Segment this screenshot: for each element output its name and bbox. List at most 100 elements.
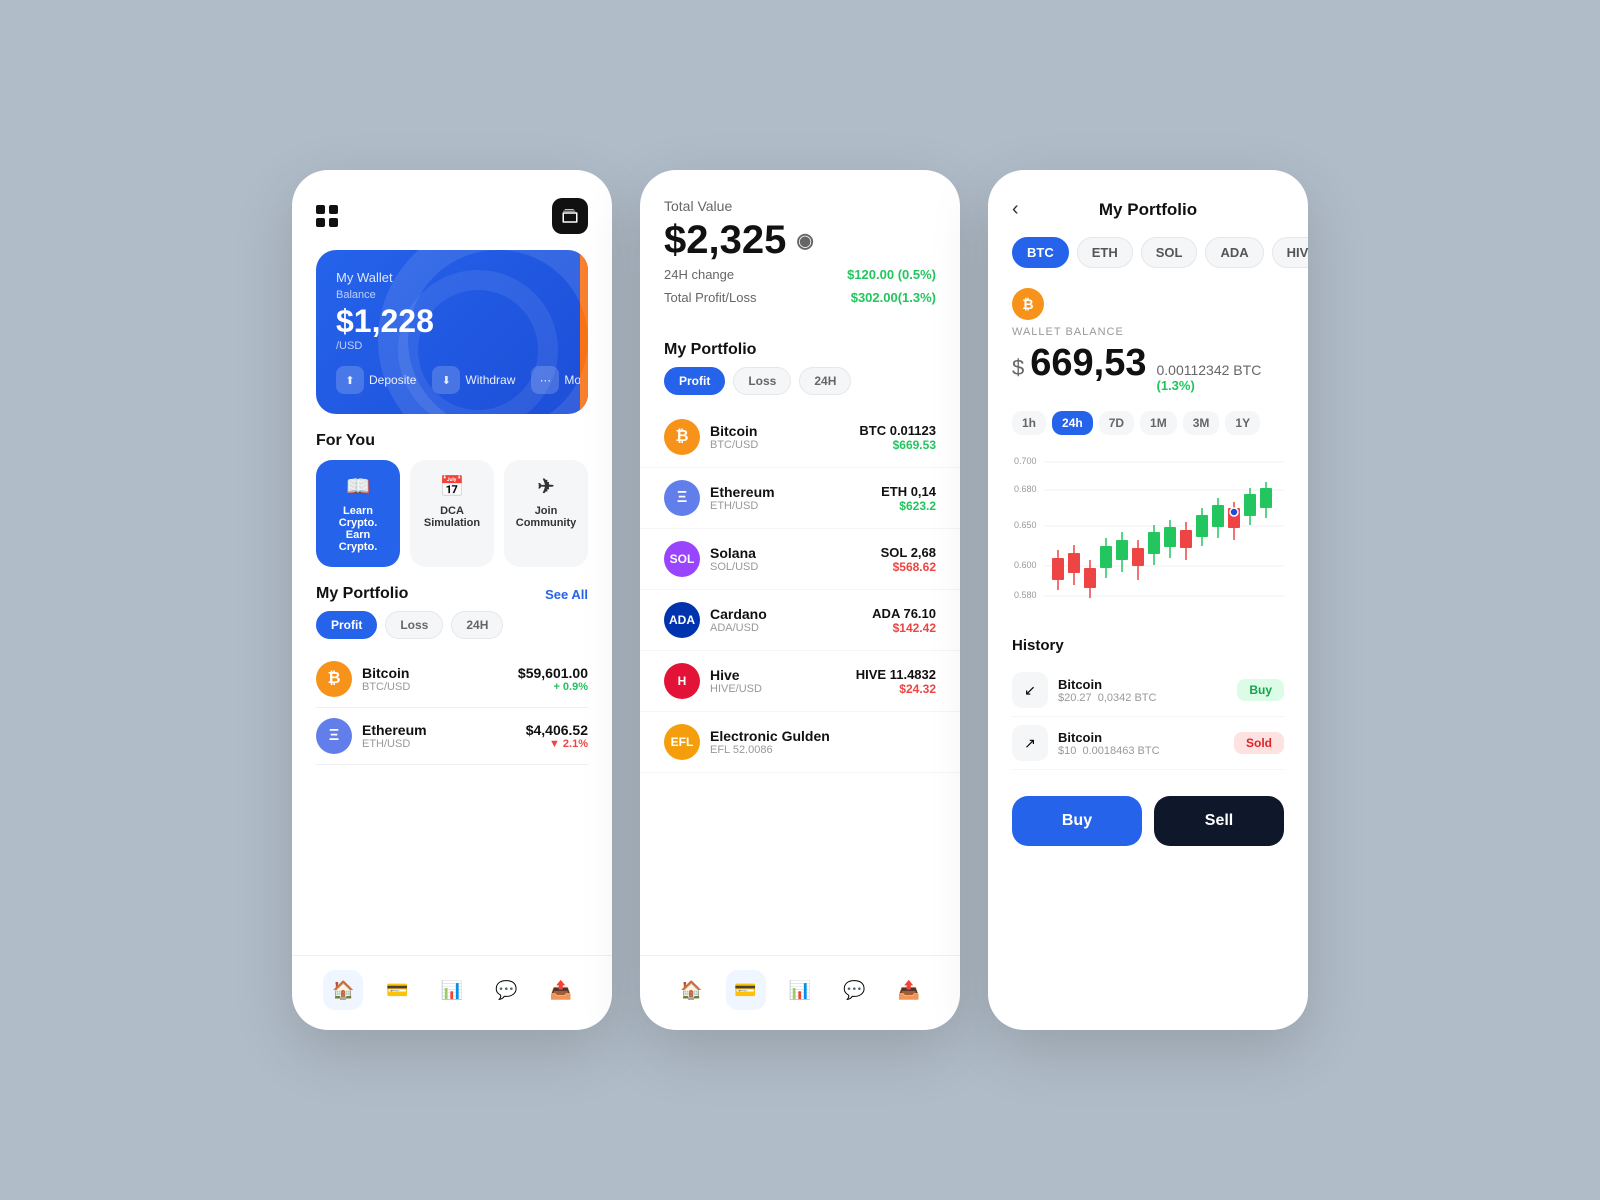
time-1m[interactable]: 1M: [1140, 411, 1177, 435]
sell-button[interactable]: Sell: [1154, 796, 1284, 846]
wallet-title: My Wallet: [336, 270, 568, 285]
join-community-card[interactable]: ✈ Join Community: [504, 460, 588, 567]
filter-loss-s2[interactable]: Loss: [733, 367, 791, 395]
grid-icon[interactable]: [316, 205, 338, 227]
btc-quantity: 0.00112342 BTC: [1156, 362, 1261, 378]
total-value-amount: $2,325 ◉: [664, 218, 936, 263]
tab-ada[interactable]: ADA: [1205, 237, 1263, 268]
time-1y[interactable]: 1Y: [1225, 411, 1260, 435]
filter-24h[interactable]: 24H: [451, 611, 503, 639]
withdraw-icon: ⬇: [432, 366, 460, 394]
history-item-sold[interactable]: ↗ Bitcoin $10 0.0018463 BTC Sold: [1012, 717, 1284, 770]
screen-2: Total Value $2,325 ◉ 24H change $120.00 …: [640, 170, 960, 1030]
filter-profit[interactable]: Profit: [316, 611, 377, 639]
dollar-sign: $: [1012, 355, 1024, 381]
nav-home-s2[interactable]: 🏠: [671, 970, 711, 1010]
history-section: History ↙ Bitcoin $20.27 0,0342 BTC Buy …: [988, 625, 1308, 782]
crypto-pair: ETH/USD: [362, 738, 427, 750]
learn-crypto-card[interactable]: 📖 Learn Crypto. Earn Crypto.: [316, 460, 400, 567]
portfolio-title-s2: My Portfolio: [640, 325, 960, 367]
filter-loss[interactable]: Loss: [385, 611, 443, 639]
time-filter-tabs: 1h 24h 7D 1M 3M 1Y: [988, 401, 1308, 445]
wallet-balance-section: ₿ WALLET BALANCE $ 669,53 0.00112342 BTC…: [988, 280, 1308, 401]
nav-wallet-s2[interactable]: 💳: [726, 970, 766, 1010]
filter-24h-s2[interactable]: 24H: [799, 367, 851, 395]
table-row[interactable]: H HiveHIVE/USD HIVE 11.4832 $24.32: [640, 651, 960, 712]
nav-share-s2[interactable]: 📤: [889, 970, 929, 1010]
tab-hive[interactable]: HIVE: [1272, 237, 1308, 268]
table-row[interactable]: EFL Electronic GuldenEFL 52.0086: [640, 712, 960, 773]
more-button[interactable]: ⋯ More: [531, 366, 588, 394]
buy-arrow-icon: ↙: [1012, 672, 1048, 708]
crypto-pair: BTC/USD: [362, 681, 410, 693]
eye-icon[interactable]: ◉: [796, 228, 813, 253]
btc-logo: ₿: [664, 419, 700, 455]
table-row[interactable]: ADA CardanoADA/USD ADA 76.10 $142.42: [640, 590, 960, 651]
time-24h[interactable]: 24h: [1052, 411, 1093, 435]
table-row[interactable]: ₿ Bitcoin BTC/USD $59,601.00 + 0.9%: [316, 651, 588, 708]
eth-logo: Ξ: [316, 718, 352, 754]
back-button[interactable]: ‹: [1012, 198, 1042, 221]
change-row: 24H change $120.00 (0.5%): [664, 263, 936, 286]
tab-eth[interactable]: ETH: [1077, 237, 1133, 268]
crypto-list-s1: ₿ Bitcoin BTC/USD $59,601.00 + 0.9% Ξ Et…: [292, 651, 612, 955]
nav-messages-s2[interactable]: 💬: [834, 970, 874, 1010]
profit-row: Total Profit/Loss $302.00(1.3%): [664, 286, 936, 309]
eth-logo: Ξ: [664, 480, 700, 516]
history-title: History: [1012, 637, 1284, 654]
crypto-name: Bitcoin: [362, 665, 410, 681]
tab-btc[interactable]: BTC: [1012, 237, 1069, 268]
ada-logo: ADA: [664, 602, 700, 638]
svg-text:0.680: 0.680: [1014, 484, 1037, 494]
filter-profit-s2[interactable]: Profit: [664, 367, 725, 395]
price-chart: 0.700 0.680 0.650 0.600 0.580: [988, 445, 1308, 625]
balance-label: Balance: [336, 289, 568, 301]
nav-chart-s2[interactable]: 📊: [780, 970, 820, 1010]
nav-home[interactable]: 🏠: [323, 970, 363, 1010]
table-row[interactable]: Ξ Ethereum ETH/USD $4,406.52 ▼ 2.1%: [316, 708, 588, 765]
for-you-cards: 📖 Learn Crypto. Earn Crypto. 📅 DCA Simul…: [292, 460, 612, 567]
deposit-button[interactable]: ⬆ Deposite: [336, 366, 416, 394]
portfolio-filter-tabs: Profit Loss 24H: [292, 611, 612, 651]
hive-logo: H: [664, 663, 700, 699]
table-row[interactable]: SOL SolanaSOL/USD SOL 2,68 $568.62: [640, 529, 960, 590]
sol-logo: SOL: [664, 541, 700, 577]
nav-wallet[interactable]: 💳: [378, 970, 418, 1010]
dca-simulation-card[interactable]: 📅 DCA Simulation: [410, 460, 494, 567]
history-item-buy[interactable]: ↙ Bitcoin $20.27 0,0342 BTC Buy: [1012, 664, 1284, 717]
table-row[interactable]: ₿ BitcoinBTC/USD BTC 0.01123 $669.53: [640, 407, 960, 468]
wallet-currency: /USD: [336, 340, 568, 352]
total-value-label: Total Value: [664, 198, 936, 214]
bottom-nav-s1: 🏠 💳 📊 💬 📤: [292, 955, 612, 1030]
nav-chart[interactable]: 📊: [432, 970, 472, 1010]
history-coin-name-2: Bitcoin: [1058, 730, 1160, 745]
buy-badge: Buy: [1237, 679, 1284, 701]
crypto-list-s2: ₿ BitcoinBTC/USD BTC 0.01123 $669.53 Ξ E…: [640, 407, 960, 773]
action-buttons: Buy Sell: [988, 782, 1308, 866]
balance-row: $ 669,53 0.00112342 BTC (1.3%): [1012, 342, 1284, 393]
wallet-amount: $1,228: [336, 303, 568, 340]
wallet-nav-button[interactable]: [552, 198, 588, 234]
buy-button[interactable]: Buy: [1012, 796, 1142, 846]
see-all-button[interactable]: See All: [545, 587, 588, 602]
btc-logo: ₿: [316, 661, 352, 697]
efl-logo: EFL: [664, 724, 700, 760]
svg-text:0.650: 0.650: [1014, 520, 1037, 530]
deposit-icon: ⬆: [336, 366, 364, 394]
crypto-name: Ethereum: [362, 722, 427, 738]
community-icon: ✈: [538, 474, 555, 499]
time-7d[interactable]: 7D: [1099, 411, 1134, 435]
time-3m[interactable]: 3M: [1183, 411, 1220, 435]
withdraw-button[interactable]: ⬇ Withdraw: [432, 366, 515, 394]
svg-text:0.580: 0.580: [1014, 590, 1037, 600]
tab-sol[interactable]: SOL: [1141, 237, 1198, 268]
svg-text:0.700: 0.700: [1014, 456, 1037, 466]
table-row[interactable]: Ξ EthereumETH/USD ETH 0,14 $623.2: [640, 468, 960, 529]
btc-usd-amount: 669,53: [1030, 342, 1146, 385]
portfolio-header: My Portfolio See All: [292, 567, 612, 611]
more-icon: ⋯: [531, 366, 559, 394]
crypto-change: + 0.9%: [518, 681, 588, 693]
nav-messages[interactable]: 💬: [486, 970, 526, 1010]
nav-share[interactable]: 📤: [541, 970, 581, 1010]
time-1h[interactable]: 1h: [1012, 411, 1046, 435]
